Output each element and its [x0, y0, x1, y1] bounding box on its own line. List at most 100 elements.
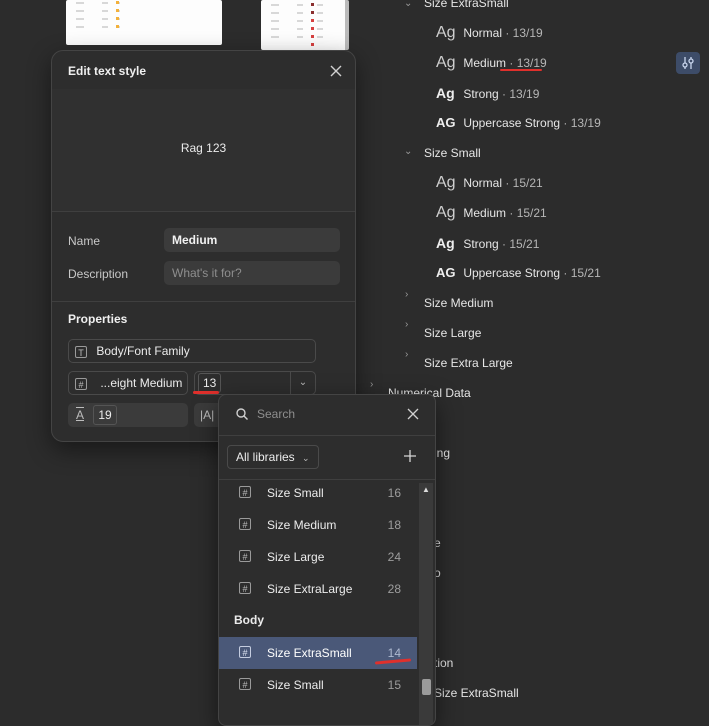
tree-style-item[interactable]: AG Uppercase Strong · 13/19 — [436, 108, 601, 138]
font-family-field[interactable]: T Body/Font Family — [68, 339, 316, 363]
list-item[interactable]: # Size Small 15 — [219, 669, 417, 701]
style-meta: · 15/21 — [506, 206, 547, 220]
properties-label: Properties — [68, 312, 128, 326]
tree-group-partial[interactable]: tion — [434, 648, 453, 678]
text-style-icon: AG — [436, 265, 456, 280]
tree-group-size-medium[interactable]: Size Medium — [424, 288, 493, 318]
close-icon[interactable] — [329, 64, 343, 78]
sliders-icon — [682, 57, 694, 69]
style-name: Strong — [463, 87, 499, 101]
preview-text: Rag 123 — [180, 141, 227, 155]
tree-group-size-extra-large[interactable]: Size Extra Large — [424, 348, 513, 378]
style-meta: · 15/21 — [502, 176, 543, 190]
number-variable-icon: # — [75, 377, 87, 390]
style-meta: · 13/19 — [506, 56, 547, 70]
group-label: Size Small — [424, 146, 481, 160]
number-variable-icon: # — [239, 550, 251, 562]
list-item[interactable]: # Size ExtraLarge 28 — [219, 573, 417, 605]
text-style-icon: Ag — [436, 54, 456, 71]
text-style-preview: Rag 123 — [52, 89, 355, 211]
group-label: ing — [434, 446, 451, 460]
description-label: Description — [68, 267, 129, 281]
letter-spacing-icon: |A| — [200, 408, 215, 422]
chevron-right-icon[interactable]: › — [405, 349, 408, 360]
edit-text-style-panel: Edit text style Rag 123 Name Medium Desc… — [51, 50, 356, 442]
chevron-down-icon[interactable]: ⌄ — [404, 0, 412, 9]
tree-group-size-large[interactable]: Size Large — [424, 318, 481, 348]
style-name: Uppercase Strong — [463, 266, 561, 280]
font-size-value: 13 — [198, 373, 222, 393]
plus-icon[interactable] — [403, 449, 417, 463]
style-meta: · 15/21 — [560, 266, 601, 280]
chevron-right-icon[interactable]: › — [405, 289, 408, 300]
chevron-right-icon[interactable]: › — [405, 319, 408, 330]
chevron-down-icon[interactable]: ⌄ — [404, 146, 412, 157]
font-weight-field[interactable]: # ...eight Medium — [68, 371, 188, 395]
style-name: Medium — [463, 206, 507, 220]
chevron-right-icon[interactable]: › — [370, 379, 373, 390]
style-meta: · 13/19 — [502, 26, 543, 40]
list-item[interactable]: # Size Large 24 — [219, 541, 417, 573]
panel-title: Edit text style — [68, 64, 147, 78]
group-label: Size Extra Large — [424, 356, 513, 370]
text-style-icon: Ag — [436, 204, 456, 221]
tree-style-item[interactable]: Ag Strong · 13/19 — [436, 78, 539, 108]
tree-style-item[interactable]: AG Uppercase Strong · 15/21 — [436, 258, 601, 288]
text-style-icon: Ag — [436, 174, 456, 191]
page-thumbnail-right[interactable] — [261, 0, 349, 50]
group-label: Size Large — [424, 326, 482, 340]
tree-style-item[interactable]: Ag Normal · 13/19 — [436, 18, 543, 48]
page-thumbnail-left[interactable] — [66, 0, 222, 45]
tree-group-size-small[interactable]: Size Small — [424, 138, 481, 168]
tree-style-item[interactable]: Ag Medium · 13/19 — [436, 48, 547, 78]
style-name: Normal — [463, 26, 503, 40]
list-item-selected[interactable]: # Size ExtraSmall 14 — [219, 637, 417, 669]
line-height-value: 19 — [93, 405, 117, 425]
style-name: Uppercase Strong — [463, 116, 561, 130]
line-height-field[interactable]: A 19 — [68, 403, 188, 427]
item-name: Size ExtraLarge — [267, 582, 353, 596]
library-filter-dropdown[interactable]: All libraries ⌄ — [227, 445, 319, 469]
style-settings-button[interactable] — [676, 52, 700, 74]
tree-group-size-extra-small-bottom[interactable]: Size ExtraSmall — [434, 678, 519, 708]
item-value: 15 — [387, 678, 401, 692]
tree-group-partial[interactable]: ing — [434, 438, 450, 468]
list-item[interactable]: # Size Medium 18 — [219, 509, 417, 541]
style-meta: · 13/19 — [560, 116, 601, 130]
item-name: Size Small — [267, 678, 324, 692]
scrollbar[interactable]: ▲ — [419, 483, 433, 725]
library-filter-label: All libraries — [236, 450, 295, 464]
text-style-icon: Ag — [436, 24, 456, 41]
scroll-up-arrow-icon[interactable]: ▲ — [422, 485, 430, 494]
close-icon[interactable] — [407, 408, 419, 420]
tree-style-item[interactable]: Ag Normal · 15/21 — [436, 168, 543, 198]
item-value: 28 — [387, 582, 401, 596]
description-field[interactable]: What's it for? — [164, 261, 340, 285]
divider — [219, 435, 435, 436]
red-annotation-underline — [500, 69, 542, 71]
red-annotation-underline — [193, 391, 219, 394]
style-name: Medium — [463, 56, 507, 70]
item-value: 18 — [387, 518, 401, 532]
name-field[interactable]: Medium — [164, 228, 340, 252]
text-style-icon: Ag — [436, 85, 455, 101]
search-icon — [236, 408, 248, 420]
tree-style-item[interactable]: Ag Medium · 15/21 — [436, 198, 547, 228]
chevron-down-icon[interactable]: ⌄ — [290, 372, 315, 394]
item-value: 14 — [387, 646, 401, 660]
group-label: Size Medium — [424, 296, 494, 310]
item-name: Size Large — [267, 550, 325, 564]
text-variable-icon: T — [75, 345, 87, 358]
number-variable-icon: # — [239, 582, 251, 594]
item-name: Size Small — [267, 486, 324, 500]
variable-picker-popup: Search All libraries ⌄ # Size Small 16 #… — [218, 394, 436, 726]
scrollbar-thumb[interactable] — [422, 679, 431, 695]
chevron-down-icon: ⌄ — [302, 453, 310, 463]
thumbnail-content-icon — [271, 3, 323, 46]
tree-group-size-extra-small[interactable]: Size ExtraSmall — [424, 0, 509, 18]
font-family-value: Body/Font Family — [96, 344, 190, 358]
list-item[interactable]: # Size Small 16 — [219, 477, 417, 509]
search-input[interactable]: Search — [257, 407, 295, 421]
item-value: 16 — [387, 486, 401, 500]
tree-style-item[interactable]: Ag Strong · 15/21 — [436, 228, 539, 258]
